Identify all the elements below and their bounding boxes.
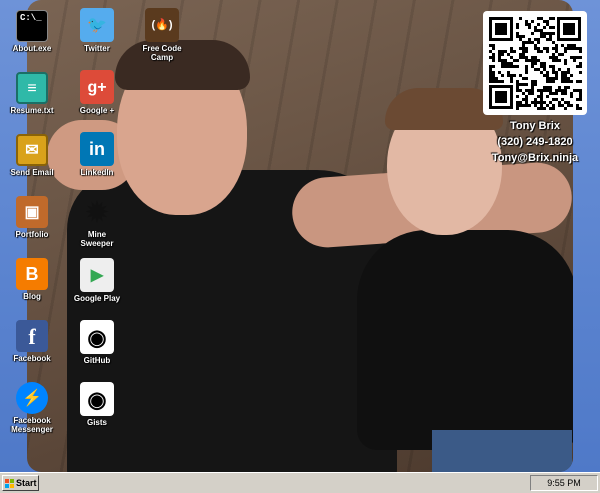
- portfolio-icon: ▣: [16, 196, 48, 228]
- send-email-icon: ✉: [16, 134, 48, 166]
- desktop-icon-label: Google +: [79, 106, 115, 115]
- desktop-icon-linkedin[interactable]: in LinkedIn: [71, 132, 123, 177]
- start-label: Start: [16, 478, 37, 488]
- resume-txt-icon: ≡: [16, 72, 48, 104]
- desktop-icon-label: Twitter: [84, 44, 110, 53]
- wallpaper-figure: [432, 430, 572, 472]
- desktop-icon-label: LinkedIn: [80, 168, 114, 177]
- qr-code: [483, 11, 587, 115]
- desktop-icon-blog[interactable]: B Blog: [6, 258, 58, 301]
- start-button[interactable]: Start: [2, 475, 39, 491]
- desktop-icon-send-email[interactable]: ✉ Send Email: [6, 134, 58, 177]
- desktop-icon-google-play[interactable]: ▶ Google Play: [71, 258, 123, 303]
- desktop-icon-portfolio[interactable]: ▣ Portfolio: [6, 196, 58, 239]
- desktop-icon-label: Portfolio: [15, 230, 49, 239]
- wallpaper-figure: [357, 230, 573, 450]
- desktop-icon-facebook[interactable]: f Facebook: [6, 320, 58, 363]
- desktop-icon-label: Free Code Camp: [142, 44, 182, 62]
- facebook-icon: f: [16, 320, 48, 352]
- desktop: C:\_ About.exe ≡ Resume.txt ✉ Send Email…: [0, 0, 600, 472]
- windows-logo-icon: [5, 478, 14, 488]
- twitter-icon: 🐦: [80, 8, 114, 42]
- desktop-icon-label: Facebook: [13, 354, 51, 363]
- desktop-icon-free-code-camp[interactable]: (🔥) Free Code Camp: [136, 8, 188, 62]
- contact-email: Tony@Brix.ninja: [491, 152, 579, 164]
- desktop-icon-label: Blog: [23, 292, 41, 301]
- desktop-icon-label: About.exe: [12, 44, 52, 53]
- desktop-icon-about[interactable]: C:\_ About.exe: [6, 10, 58, 53]
- contact-card: Tony Brix (320) 249-1820 Tony@Brix.ninja: [470, 118, 600, 166]
- gists-icon: ◉: [80, 382, 114, 416]
- desktop-icon-github[interactable]: ◉ GitHub: [71, 320, 123, 365]
- facebook-messenger-icon: ⚡: [16, 382, 48, 414]
- contact-phone: (320) 249-1820: [497, 136, 573, 148]
- desktop-icon-label: Google Play: [73, 294, 121, 303]
- qr-code-graphic: [487, 15, 583, 111]
- linkedin-icon: in: [80, 132, 114, 166]
- about-exe-icon: C:\_: [16, 10, 48, 42]
- free-code-camp-icon: (🔥): [145, 8, 179, 42]
- desktop-icon-label: Facebook Messenger: [11, 416, 53, 434]
- desktop-icon-twitter[interactable]: 🐦 Twitter: [71, 8, 123, 53]
- google-play-icon: ▶: [80, 258, 114, 292]
- desktop-icon-mine-sweeper[interactable]: ✹ Mine Sweeper: [71, 196, 123, 249]
- taskbar: Start 9:55 PM: [0, 472, 600, 493]
- desktop-icon-facebook-messenger[interactable]: ⚡ Facebook Messenger: [6, 382, 58, 434]
- desktop-icon-label: Gists: [86, 418, 107, 427]
- mine-icon: ✹: [86, 196, 108, 227]
- desktop-icon-label: GitHub: [83, 356, 111, 365]
- desktop-icon-label: Send Email: [10, 168, 54, 177]
- google-plus-icon: g+: [80, 70, 114, 104]
- contact-name: Tony Brix: [510, 120, 560, 132]
- desktop-icon-label: Mine Sweeper: [80, 230, 114, 248]
- github-icon: ◉: [80, 320, 114, 354]
- desktop-icon-label: Resume.txt: [10, 106, 54, 115]
- blog-icon: B: [16, 258, 48, 290]
- taskbar-clock: 9:55 PM: [530, 475, 598, 491]
- desktop-icon-gists[interactable]: ◉ Gists: [71, 382, 123, 427]
- desktop-icon-resume[interactable]: ≡ Resume.txt: [6, 72, 58, 115]
- desktop-icon-google-plus[interactable]: g+ Google +: [71, 70, 123, 115]
